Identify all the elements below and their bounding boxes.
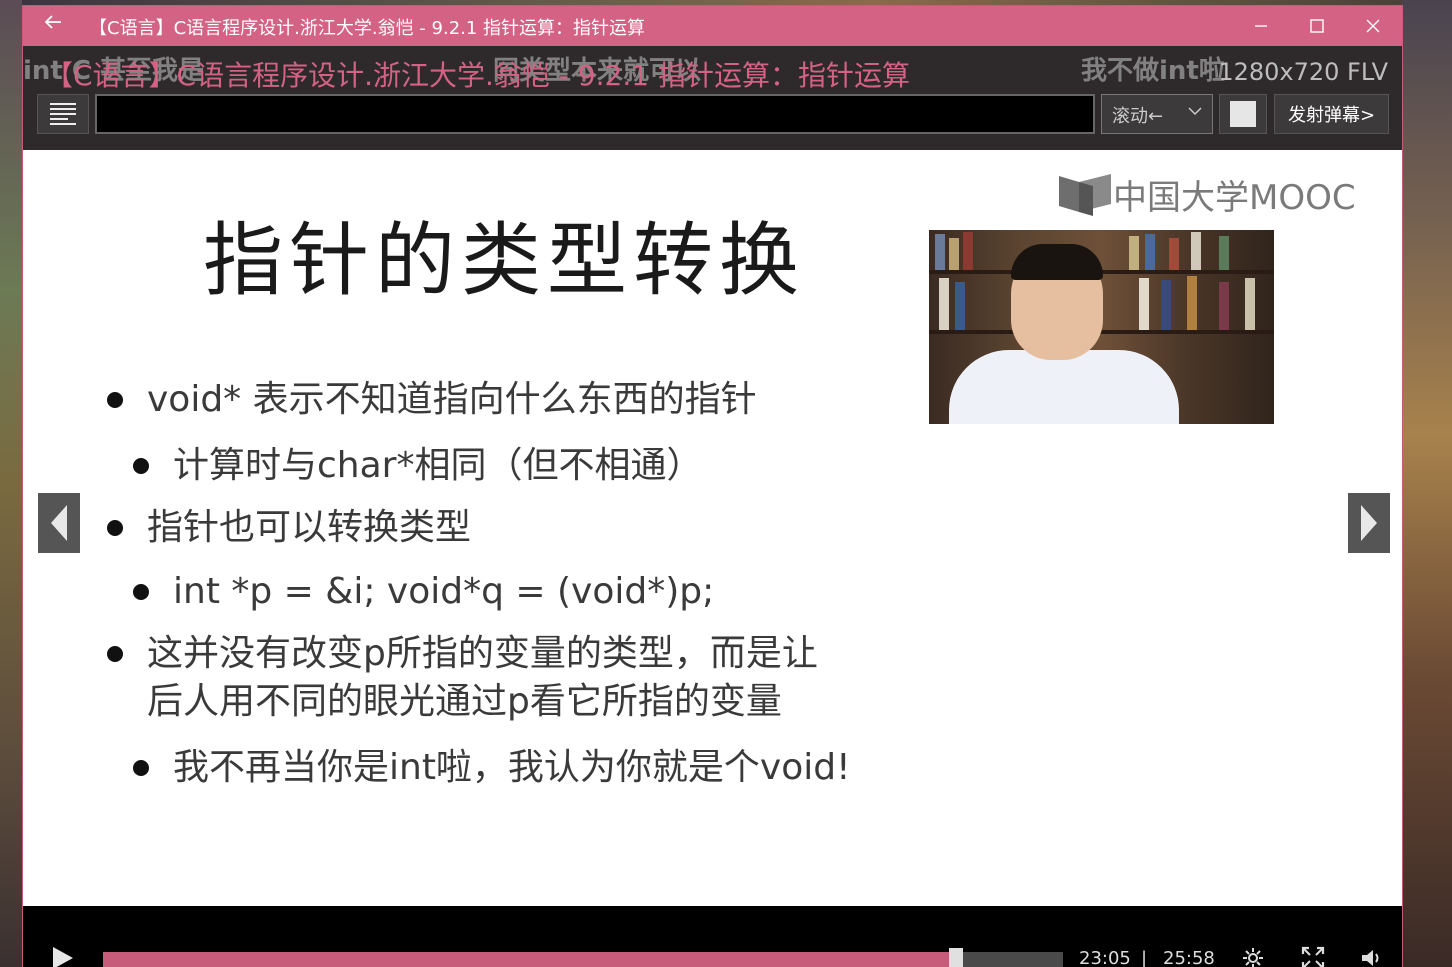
book <box>949 238 959 270</box>
progress-bar[interactable] <box>103 948 1063 967</box>
presenter-video <box>929 230 1274 424</box>
bullet-item: void* 表示不知道指向什么东西的指针 <box>107 376 757 424</box>
presenter-hair <box>1011 244 1103 280</box>
title-bar: 【C语言】C语言程序设计.浙江大学.翁恺 - 9.2.1 指针运算：指针运算 <box>23 6 1402 46</box>
slide-title: 指针的类型转换 <box>203 214 805 307</box>
list-icon-line <box>50 123 76 125</box>
bullet-dot <box>107 520 123 536</box>
list-icon-line <box>50 118 68 120</box>
time-separator: | <box>1141 948 1148 967</box>
book <box>955 282 965 330</box>
color-swatch <box>1230 101 1256 127</box>
total-time: 25:58 <box>1163 948 1215 967</box>
bullet-item: 指针也可以转换类型 <box>107 504 472 552</box>
bullet-item: int *p = &i; void*q = (void*)p; <box>133 568 715 616</box>
next-button[interactable] <box>1348 493 1390 553</box>
danmaku-mode-select[interactable]: 滚动← <box>1101 94 1213 134</box>
bullet-text: void* 表示不知道指向什么东西的指针 <box>147 379 757 420</box>
book <box>963 232 973 270</box>
mooc-logo-text: 中国大学MOOC <box>1113 177 1356 218</box>
list-icon-line <box>50 113 76 115</box>
gear-icon <box>1243 948 1263 967</box>
mooc-logo: 中国大学MOOC <box>1057 170 1356 218</box>
close-button[interactable] <box>1345 6 1401 46</box>
danmaku-input[interactable] <box>95 94 1095 134</box>
book <box>1169 238 1179 270</box>
book <box>1219 282 1229 330</box>
bullet-item: 计算时与char*相同（但不相通） <box>133 442 703 490</box>
arrow-left-icon <box>44 15 61 29</box>
settings-button[interactable] <box>1239 946 1267 967</box>
previous-button[interactable] <box>38 493 80 553</box>
fullscreen-icon <box>1301 946 1325 967</box>
fullscreen-button[interactable] <box>1299 946 1327 967</box>
player-window: 【C语言】C语言程序设计.浙江大学.翁恺 - 9.2.1 指针运算：指针运算 i… <box>22 5 1403 967</box>
chevron-left-icon <box>51 505 67 541</box>
bullet-text: 这并没有改变p所指的变量的类型，而是让 <box>147 633 818 674</box>
presenter-body <box>949 350 1179 424</box>
book <box>1187 276 1197 330</box>
list-icon <box>50 103 76 105</box>
video-title: 【C语言】C语言程序设计.浙江大学.翁恺 - 9.2.1 指针运算：指针运算 <box>45 59 910 88</box>
maximize-icon <box>1310 19 1324 33</box>
chevron-down-icon <box>1188 104 1202 120</box>
bullet-text: 指针也可以转换类型 <box>147 507 472 548</box>
send-danmaku-button[interactable]: 发射弹幕> <box>1274 94 1389 134</box>
book <box>1139 278 1149 330</box>
bullet-item: 我不再当你是int啦，我认为你就是个void! <box>133 744 851 792</box>
bullet-continuation: 后人用不同的眼光通过p看它所指的变量 <box>147 678 782 726</box>
book <box>1161 280 1171 330</box>
book <box>1245 278 1255 330</box>
bullet-item: 这并没有改变p所指的变量的类型，而是让 <box>107 630 818 678</box>
maximize-button[interactable] <box>1289 6 1345 46</box>
back-button[interactable] <box>41 12 65 38</box>
progress-thumb[interactable] <box>949 948 964 967</box>
desktop-wallpaper-right <box>1402 0 1452 967</box>
danmaku-item: 我不做int啦 <box>1081 56 1225 86</box>
minimize-button[interactable] <box>1233 6 1289 46</box>
book <box>939 278 949 330</box>
player-header: int C 甚至我是 同类型本来就可以 我不做int啦 【C语言】C语言程序设计… <box>23 46 1402 150</box>
book <box>1145 234 1155 270</box>
window-title: 【C语言】C语言程序设计.浙江大学.翁恺 - 9.2.1 指针运算：指针运算 <box>89 18 646 39</box>
resolution-label: 1280x720 FLV <box>1218 58 1388 86</box>
danmaku-mode-value: 滚动← <box>1112 106 1164 127</box>
mooc-logo-mark <box>1057 172 1113 216</box>
list-icon-line <box>50 108 76 110</box>
danmaku-layer: int C 甚至我是 同类型本来就可以 我不做int啦 【C语言】C语言程序设计… <box>23 48 1402 88</box>
bullet-dot <box>133 760 149 776</box>
bullet-text: 后人用不同的眼光通过p看它所指的变量 <box>147 681 782 722</box>
bullet-text: int *p = &i; void*q = (void*)p; <box>173 571 715 612</box>
video-frame[interactable]: 中国大学MOOC 指针的类型转换 void* 表示不知道指向什么东西的指针 计算… <box>23 150 1402 906</box>
danmaku-controls: 滚动← 发射弹幕> <box>23 94 1402 138</box>
volume-button[interactable] <box>1357 946 1385 967</box>
current-time: 23:05 <box>1079 948 1131 967</box>
chevron-right-icon <box>1361 505 1377 541</box>
volume-icon <box>1362 950 1379 966</box>
progress-fill <box>103 952 957 967</box>
bullet-dot <box>133 584 149 600</box>
bullet-dot <box>107 392 123 408</box>
danmaku-color-button[interactable] <box>1219 94 1267 134</box>
bullet-dot <box>133 458 149 474</box>
book <box>1219 236 1229 270</box>
bullet-dot <box>107 646 123 662</box>
bullet-text: 我不再当你是int啦，我认为你就是个void! <box>173 747 851 788</box>
player-control-bar: 23:05 | 25:58 <box>23 906 1402 967</box>
minimize-icon <box>1255 25 1267 27</box>
bullet-text: 计算时与char*相同（但不相通） <box>173 445 703 486</box>
close-icon <box>1366 19 1380 33</box>
book <box>1129 236 1139 270</box>
desktop-wallpaper-left <box>0 0 22 967</box>
play-icon[interactable] <box>53 947 73 967</box>
book <box>935 234 945 270</box>
book <box>1191 232 1201 270</box>
danmaku-list-button[interactable] <box>37 94 89 134</box>
